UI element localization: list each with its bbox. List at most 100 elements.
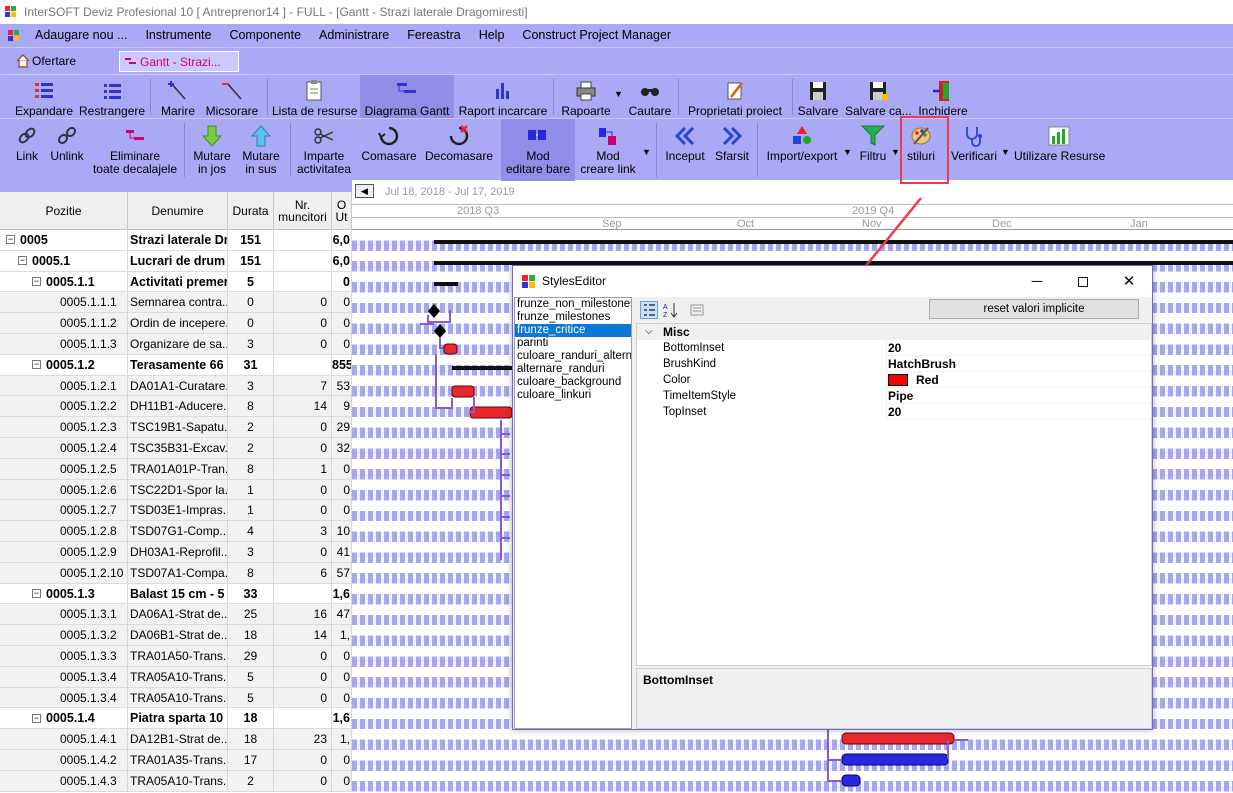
cell-durata[interactable]: 8 [228,458,274,479]
cell-ore[interactable]: 29 [332,417,352,437]
table-row[interactable]: 0005.1.1.3 Organizare de sa... 3 0 0 [0,333,352,355]
cell-muncitori[interactable]: 0 [274,687,332,708]
cell-ore[interactable]: 0 [332,770,352,791]
cell-pozitie[interactable]: 0005.1.4.2 [0,749,128,770]
cell-ore[interactable]: 1, [332,729,352,749]
col-header-denumire[interactable]: Denumire [128,192,228,230]
table-row[interactable]: 0005.1.3.3 TRA01A50-Trans... 29 0 0 [0,645,352,667]
table-row[interactable]: 0005.1.3.4 TRA05A10-Trans... 5 0 0 [0,687,352,709]
zoom-in-button[interactable]: Marire [158,79,198,118]
categorized-view-button[interactable] [640,301,658,319]
cell-pozitie[interactable]: 0005.1.2.10 [0,562,128,583]
cell-ore[interactable]: 0 [332,687,352,708]
search-button[interactable]: Cautare [627,79,673,118]
cell-durata[interactable]: 18 [228,729,274,749]
cell-denumire[interactable]: TRA01A01P-Tran... [128,458,228,479]
cell-denumire[interactable]: TRA01A35-Trans... [128,749,228,770]
cell-muncitori[interactable]: 0 [274,437,332,458]
table-row[interactable]: 0005.1.4.2 TRA01A35-Trans... 17 0 0 [0,749,352,771]
save-as-button[interactable]: Salvare ca... [845,79,912,118]
table-row[interactable]: −0005.1.1 Activitati premer 5 0 [0,271,352,293]
menu-administrare[interactable]: Administrare [310,24,398,47]
menu-componente[interactable]: Componente [220,24,310,47]
tab-ofertare[interactable]: Ofertare [12,51,76,72]
category-misc[interactable]: ⌵ Misc [637,324,1151,340]
cell-ore[interactable]: 0 [332,333,352,354]
cell-muncitori[interactable]: 0 [274,666,332,687]
cell-denumire[interactable]: DA01A1-Curatare... [128,375,228,396]
table-row[interactable]: 0005.1.4.1 DA12B1-Strat de... 18 23 1, [0,729,352,750]
reports-dropdown-arrow[interactable]: ▼ [614,89,623,99]
cell-denumire[interactable]: DA06B1-Strat de... [128,625,228,645]
cell-muncitori[interactable]: 14 [274,625,332,645]
collapse-toggle-icon[interactable]: − [32,359,41,369]
minimize-button[interactable]: ─ [1014,266,1060,297]
cell-denumire[interactable]: Semnarea contra... [128,292,228,313]
style-list-item[interactable]: frunze_critice [515,324,631,337]
move-up-button[interactable]: Mutare in sus [238,124,284,176]
filter-dropdown-arrow[interactable]: ▼ [891,147,900,157]
cell-pozitie[interactable]: 0005.1.1.2 [0,313,128,333]
gantt-diagram-button[interactable]: Diagrama Gantt [360,75,454,119]
cell-pozitie[interactable]: 0005.1.3.3 [0,645,128,666]
menu-help[interactable]: Help [470,24,514,47]
cell-ore[interactable]: 10 [332,521,352,541]
table-row[interactable]: −0005.1 Lucrari de drum 151 6,0 [0,250,352,272]
cell-denumire[interactable]: DA12B1-Strat de... [128,729,228,749]
cell-durata[interactable]: 8 [228,562,274,583]
cell-durata[interactable]: 2 [228,417,274,437]
cell-denumire[interactable]: Balast 15 cm - 5 [128,583,228,604]
cell-ore[interactable]: 0 [332,458,352,479]
cell-muncitori[interactable]: 6 [274,562,332,583]
cell-muncitori[interactable]: 1 [274,458,332,479]
table-row[interactable]: 0005.1.2.3 TSC19B1-Sapatu... 2 0 29 [0,417,352,438]
cell-pozitie[interactable]: 0005.1.2.2 [0,396,128,417]
cell-durata[interactable]: 33 [228,583,274,604]
table-row[interactable]: 0005.1.2.9 DH03A1-Reprofil... 3 0 41 [0,541,352,563]
cell-durata[interactable]: 2 [228,437,274,458]
cell-pozitie[interactable]: 0005.1.3.4 [0,687,128,708]
cell-durata[interactable]: 3 [228,333,274,354]
go-start-button[interactable]: Inceput [662,124,708,163]
cell-durata[interactable]: 18 [228,625,274,645]
property-row[interactable]: BrushKind HatchBrush [637,356,1151,372]
cell-denumire[interactable]: TRA05A10-Trans... [128,687,228,708]
table-row[interactable]: 0005.1.2.6 TSC22D1-Spor la... 1 0 0 [0,479,352,501]
cell-durata[interactable]: 4 [228,521,274,541]
table-row[interactable]: 0005.1.3.4 TRA05A10-Trans... 5 0 0 [0,666,352,688]
zoom-out-button[interactable]: Micsorare [202,79,262,118]
cell-pozitie[interactable]: 0005.1.4.3 [0,770,128,791]
table-row[interactable]: 0005.1.3.1 DA06A1-Strat de... 25 16 47 [0,604,352,626]
create-link-mode-button[interactable]: Mod creare link [577,124,639,176]
cell-muncitori[interactable] [274,230,332,250]
cell-ore[interactable]: 0 [332,666,352,687]
style-list-item[interactable]: frunze_non_milestones [515,298,631,311]
table-row[interactable]: −0005.1.4 Piatra sparta 10 18 1,6 [0,708,352,730]
col-header-ore[interactable]: O Ut [332,192,352,230]
project-properties-button[interactable]: Proprietati proiect [685,79,785,118]
save-button[interactable]: Salvare [797,79,839,118]
cell-pozitie[interactable]: 0005.1.2.5 [0,458,128,479]
collapse-toggle-icon[interactable]: − [6,235,15,245]
tab-gantt[interactable]: Gantt - Strazi... [119,51,239,72]
cell-ore[interactable]: 6,0 [332,230,352,250]
cell-pozitie[interactable]: 0005.1.3.1 [0,604,128,625]
cell-durata[interactable]: 1 [228,500,274,521]
cell-durata[interactable]: 2 [228,770,274,791]
cell-muncitori[interactable] [274,708,332,729]
style-list-item[interactable]: culoare_background [515,376,631,389]
cell-pozitie[interactable]: −0005.1.2 [0,354,128,375]
collapse-toggle-icon[interactable]: − [18,256,27,265]
collapse-toggle-icon[interactable]: − [32,588,41,598]
cell-muncitori[interactable] [274,583,332,604]
cell-pozitie[interactable]: 0005.1.3.4 [0,666,128,687]
cell-denumire[interactable]: TSD07A1-Compa... [128,562,228,583]
cell-pozitie[interactable]: −0005.1.3 [0,583,128,604]
cell-muncitori[interactable]: 23 [274,729,332,749]
cell-ore[interactable]: 32 [332,437,352,458]
cell-denumire[interactable]: Terasamente 66 [128,354,228,375]
cell-denumire[interactable]: DH03A1-Reprofil... [128,541,228,562]
cell-denumire[interactable]: TSC22D1-Spor la... [128,479,228,500]
cell-ore[interactable]: 1,6 [332,708,352,729]
menu-instrumente[interactable]: Instrumente [136,24,220,47]
